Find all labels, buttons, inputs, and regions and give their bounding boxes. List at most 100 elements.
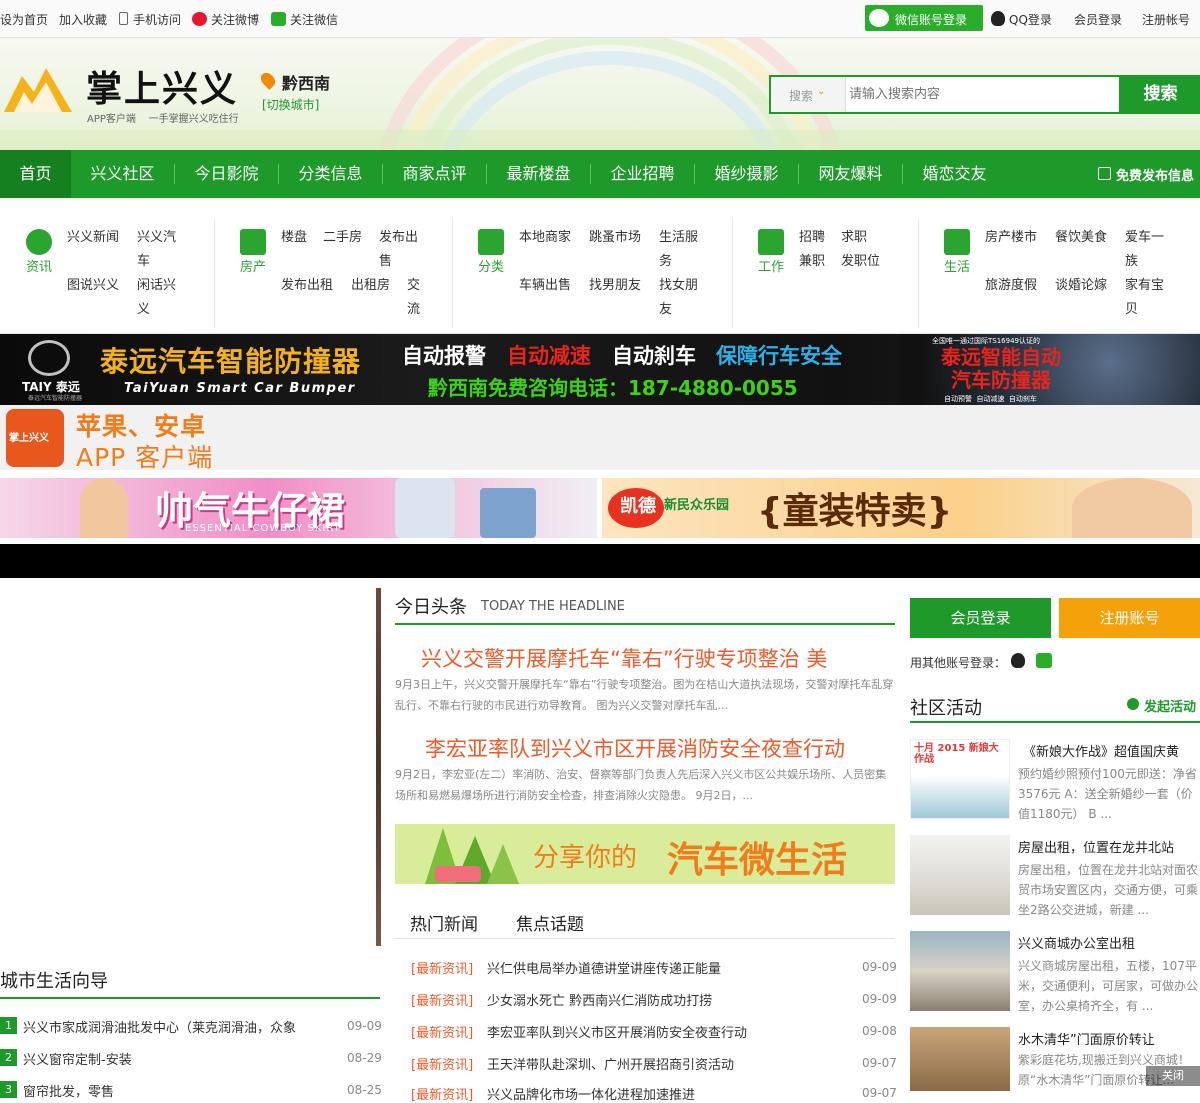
link-post-job[interactable]: 发职位 [841,250,880,274]
activity-thumbnail[interactable] [910,835,1010,915]
link-second-hand-house[interactable]: 二手房 [323,226,362,250]
activity-title[interactable]: 房屋出租，位置在龙井北站 [1018,837,1174,856]
car-life-banner[interactable]: 分享你的 汽车微生活 [395,824,895,884]
sidebar-register-button[interactable]: 注册账号 [1059,598,1200,638]
rank-badge: 2 [0,1049,17,1066]
headline-story-summary: 9月2日，李宏亚(左二）率消防、治安、督察等部门负责人先后深入兴义市区公共娱乐场… [395,768,887,802]
headline-title-en: TODAY THE HEADLINE [481,599,625,614]
qq-login-icon[interactable] [1011,653,1025,668]
member-login-link[interactable]: 会员登录 [1074,11,1122,28]
car-life-text-2: 汽车微生活 [667,840,848,881]
link-flea-market[interactable]: 跳蚤市场 [589,226,641,250]
activity-title[interactable]: 水木清华”门面原价转让 [1018,1029,1155,1048]
city-guide-date: 08-29 [347,1051,382,1065]
link-buildings[interactable]: 楼盘 [281,226,307,250]
link-xingyi-news[interactable]: 兴义新闻 [67,226,119,250]
news-item[interactable]: 李宏亚率队到兴义市区开展消防安全夜查行动 [487,1022,847,1041]
nav-item-property[interactable]: 最新楼盘 [487,150,590,198]
app-icon-label: 掌上兴义 [9,433,49,444]
search-type-select[interactable]: 搜索 ⌄ [771,77,846,112]
category-label-property[interactable]: 房产 [240,256,266,275]
start-activity-link[interactable]: 发起活动 [1144,696,1196,715]
link-life-services[interactable]: 生活服务 [659,226,705,274]
category-label-news[interactable]: 资讯 [26,256,52,275]
activity-title[interactable]: 《新娘大作战》超值国庆黄 [1023,741,1179,760]
headline-story-title[interactable]: 李宏亚率队到兴义市区开展消防安全夜查行动 [425,733,845,763]
logo-mountain-icon[interactable] [2,62,78,118]
taiy-right-title: 泰远智能自动汽车防撞器 [941,345,1061,392]
nav-item-dating[interactable]: 婚恋交友 [903,150,1006,198]
nav-item-cinema[interactable]: 今日影院 [175,150,278,198]
activity-thumbnail[interactable]: 十月 2015 新娘大作战 [910,739,1010,819]
link-find-boyfriend[interactable]: 找男朋友 [589,274,641,298]
news-item[interactable]: 王天洋带队赴深圳、广州开展招商引资活动 [487,1054,847,1073]
link-recruit[interactable]: 招聘 [799,226,825,250]
taiy-banner[interactable]: TAIY 泰远 泰远汽车智能防撞器 泰远汽车智能防撞器 TaiYuan Smar… [0,334,1200,405]
category-label-jobs[interactable]: 工作 [758,256,784,275]
nav-item-reports[interactable]: 网友爆料 [799,150,902,198]
publish-free-link[interactable]: 免费发布信息 [1116,165,1194,184]
app-banner[interactable]: 掌上兴义 苹果、安卓 APP 客户端 [0,405,1200,472]
link-post-sale[interactable]: 发布出售 [379,226,424,274]
news-item[interactable]: 兴仁供电局举办道德讲堂讲座传递正能量 [487,958,847,977]
headline-story-title[interactable]: 兴义交警开展摩托车“靠右”行驶专项整治 美 [421,643,827,673]
logo-text[interactable]: 掌上兴义 [86,60,238,112]
link-real-estate[interactable]: 房产楼市 [985,226,1037,250]
follow-weibo-link[interactable]: 关注微博 [211,11,259,28]
link-rental-house[interactable]: 出租房 [351,274,390,298]
nav-item-community[interactable]: 兴义社区 [71,150,174,198]
link-baby[interactable]: 家有宝贝 [1125,274,1171,322]
sidebar-login-button[interactable]: 会员登录 [910,598,1051,638]
city-guide-item[interactable]: 兴义市家成润滑油批发中心（莱克润滑油，众象 [23,1017,323,1036]
set-homepage-link[interactable]: 设为首页 [0,11,48,28]
tab-focus-topics[interactable]: 焦点话题 [516,910,584,935]
nav-item-jobs[interactable]: 企业招聘 [591,150,694,198]
dress-image [395,478,455,538]
tab-hot-news[interactable]: 热门新闻 [410,910,478,935]
app-icon: 掌上兴义 [6,409,64,467]
skirt-banner[interactable]: 帅气牛仔裙 ESSENTIAL COWBOY SKIRT [0,478,597,538]
black-strip [0,544,1200,578]
link-vehicle-sale[interactable]: 车辆出售 [519,274,571,298]
category-label-life[interactable]: 生活 [944,256,970,275]
nav-item-wedding[interactable]: 婚纱摄影 [695,150,798,198]
nav-item-classifieds[interactable]: 分类信息 [279,150,382,198]
nav-item-reviews[interactable]: 商家点评 [383,150,486,198]
link-chat-xingyi[interactable]: 闲话兴义 [137,274,185,322]
news-item[interactable]: 少女溺水死亡 黔西南兴仁消防成功打捞 [487,990,847,1009]
link-job-seek[interactable]: 求职 [841,226,867,250]
mobile-visit-link[interactable]: 手机访问 [133,11,181,28]
link-marriage[interactable]: 谈婚论嫁 [1055,274,1107,298]
headline-title: 今日头条 [395,597,467,618]
register-link[interactable]: 注册帐号 [1142,11,1190,28]
kids-banner[interactable]: 凯德 新民众乐园 {童装特卖} [602,478,1200,538]
follow-wechat-link[interactable]: 关注微信 [290,11,338,28]
link-find-girlfriend[interactable]: 找女朋友 [659,274,705,322]
link-travel[interactable]: 旅游度假 [985,274,1037,298]
wechat-login-button[interactable]: 微信账号登录 [865,5,983,31]
city-guide-item[interactable]: 兴义窗帘定制-安装 [23,1049,323,1068]
activity-thumbnail[interactable] [910,931,1010,1011]
close-float-button[interactable]: 关闭 [1146,1066,1200,1086]
kaide-sub: 新民众乐园 [664,498,730,513]
link-local-merchants[interactable]: 本地商家 [519,226,571,250]
activity-thumbnail[interactable] [910,1027,1010,1091]
link-post-rent[interactable]: 发布出租 [281,274,333,298]
link-xingyi-auto[interactable]: 兴义汽车 [137,226,185,274]
rank-badge: 1 [0,1017,17,1034]
search-button[interactable]: 搜索 [1119,75,1200,114]
qq-login-link[interactable]: QQ登录 [1009,11,1052,28]
link-car-fans[interactable]: 爱车一族 [1125,226,1171,274]
switch-city-link[interactable]: [切换城市] [262,96,319,113]
link-part-time[interactable]: 兼职 [799,250,825,274]
news-item[interactable]: 兴义品牌化市场一体化进程加速推进 [487,1084,847,1103]
wechat-login-icon[interactable] [1036,653,1052,668]
link-photo-xingyi[interactable]: 图说兴义 [67,274,119,298]
nav-item-home[interactable]: 首页 [0,150,71,198]
link-exchange[interactable]: 交流 [407,274,423,322]
category-label-classifieds[interactable]: 分类 [478,256,504,275]
activity-title[interactable]: 兴义商城办公室出租 [1018,933,1135,952]
link-food[interactable]: 餐饮美食 [1055,226,1107,250]
search-input[interactable] [849,81,1117,108]
add-favorite-link[interactable]: 加入收藏 [59,11,107,28]
